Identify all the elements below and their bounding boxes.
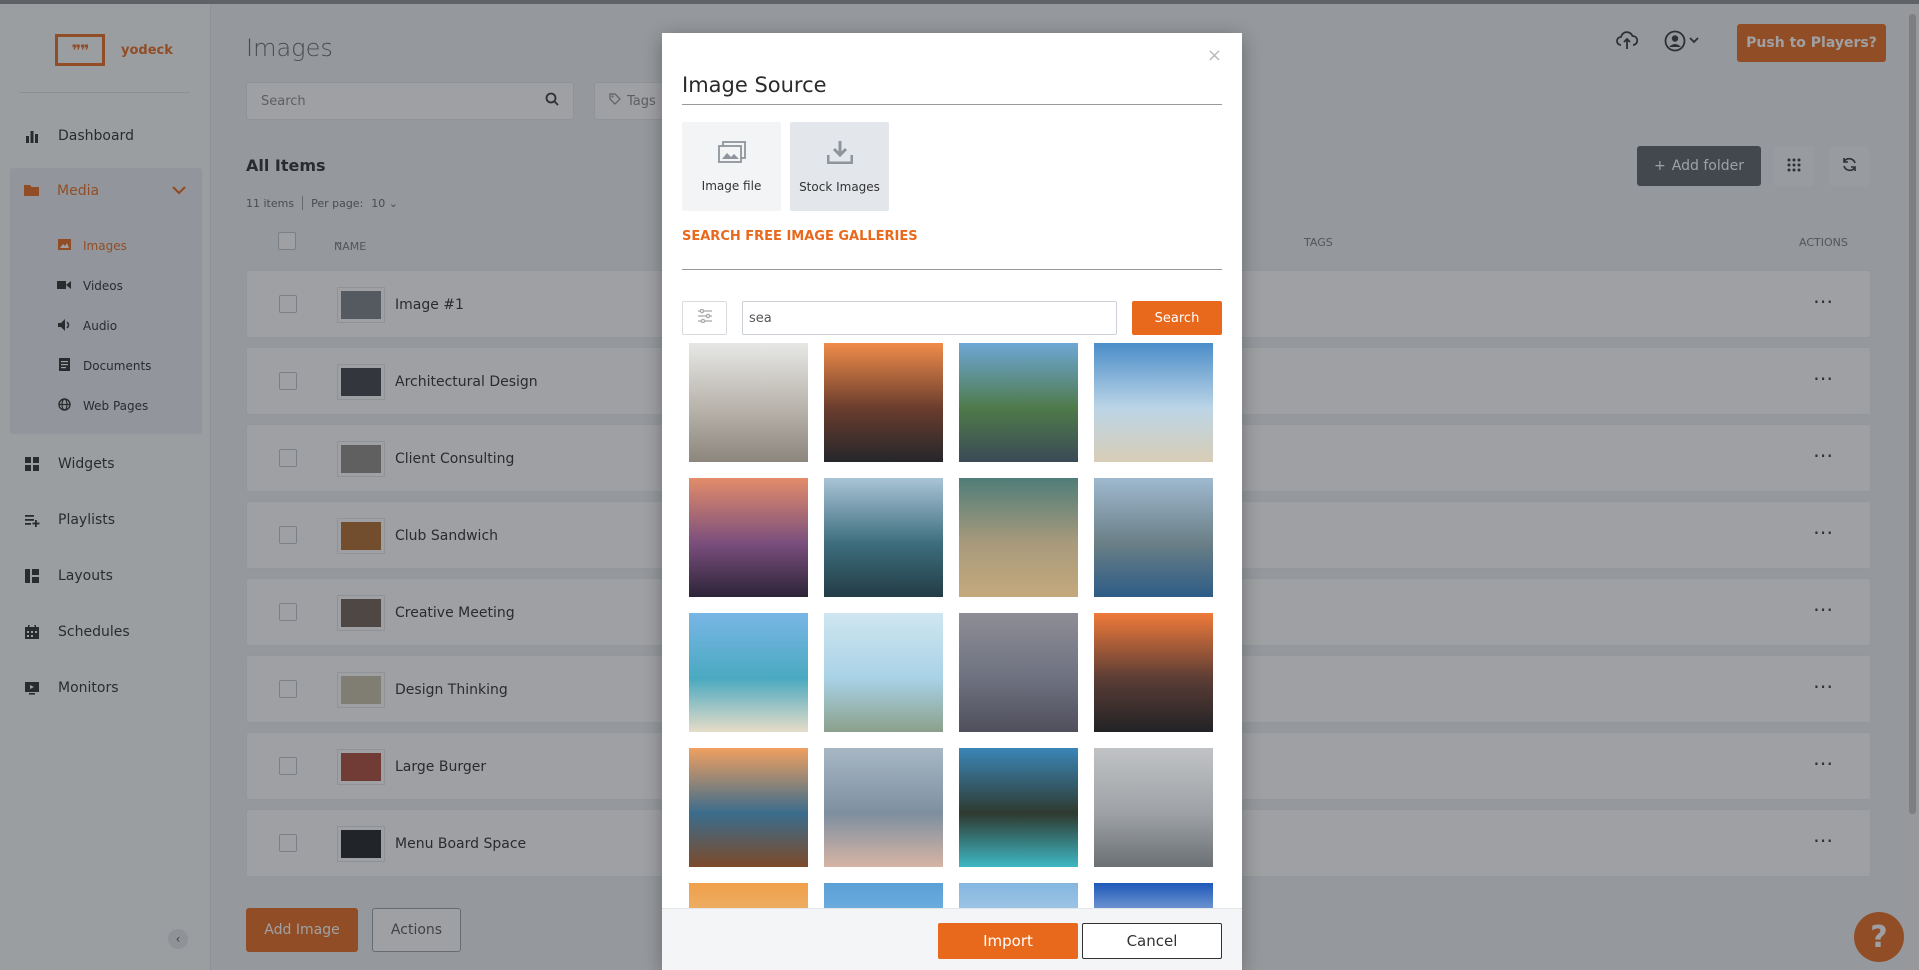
modal-divider: [682, 269, 1222, 270]
stock-search-button[interactable]: Search: [1132, 301, 1222, 335]
close-icon[interactable]: ×: [1207, 45, 1222, 66]
stock-image-thumbnail[interactable]: [1094, 748, 1213, 867]
stock-image-thumbnail[interactable]: [689, 883, 808, 909]
stock-image-thumbnail[interactable]: [1094, 478, 1213, 597]
stock-image-thumbnail[interactable]: [689, 613, 808, 732]
stock-image-thumbnail[interactable]: [959, 883, 1078, 909]
stock-image-thumbnail[interactable]: [689, 748, 808, 867]
import-button[interactable]: Import: [938, 923, 1078, 959]
stock-image-thumbnail[interactable]: [1094, 883, 1213, 909]
image-source-modal: × Image Source Image file Stock Images S…: [662, 33, 1242, 970]
modal-footer: Import Cancel: [662, 908, 1242, 970]
stock-image-thumbnail[interactable]: [959, 613, 1078, 732]
stock-image-thumbnail[interactable]: [689, 478, 808, 597]
stock-image-thumbnail[interactable]: [824, 478, 943, 597]
stock-image-thumbnail[interactable]: [824, 883, 943, 909]
stock-image-thumbnail[interactable]: [689, 343, 808, 462]
modal-title: Image Source: [682, 73, 827, 97]
cancel-button[interactable]: Cancel: [1082, 923, 1222, 959]
source-stock-images[interactable]: Stock Images: [790, 122, 889, 211]
stock-image-thumbnail[interactable]: [1094, 613, 1213, 732]
search-galleries-link[interactable]: SEARCH FREE IMAGE GALLERIES: [682, 229, 918, 244]
stock-search-input[interactable]: sea: [742, 301, 1117, 335]
source-label: Image file: [701, 178, 762, 193]
modal-divider: [682, 104, 1222, 105]
download-icon: [826, 140, 853, 170]
source-image-file[interactable]: Image file: [682, 122, 781, 211]
stock-image-thumbnail[interactable]: [1094, 343, 1213, 462]
stock-image-thumbnail[interactable]: [824, 613, 943, 732]
stock-image-thumbnail[interactable]: [959, 748, 1078, 867]
stock-image-thumbnail[interactable]: [959, 343, 1078, 462]
images-icon: [717, 140, 746, 169]
sliders-icon: [697, 308, 713, 327]
stock-image-thumbnail[interactable]: [959, 478, 1078, 597]
source-label: Stock Images: [799, 179, 880, 194]
stock-image-grid: [689, 343, 1219, 909]
filter-button[interactable]: [682, 301, 727, 335]
stock-image-thumbnail[interactable]: [824, 343, 943, 462]
stock-image-thumbnail[interactable]: [824, 748, 943, 867]
